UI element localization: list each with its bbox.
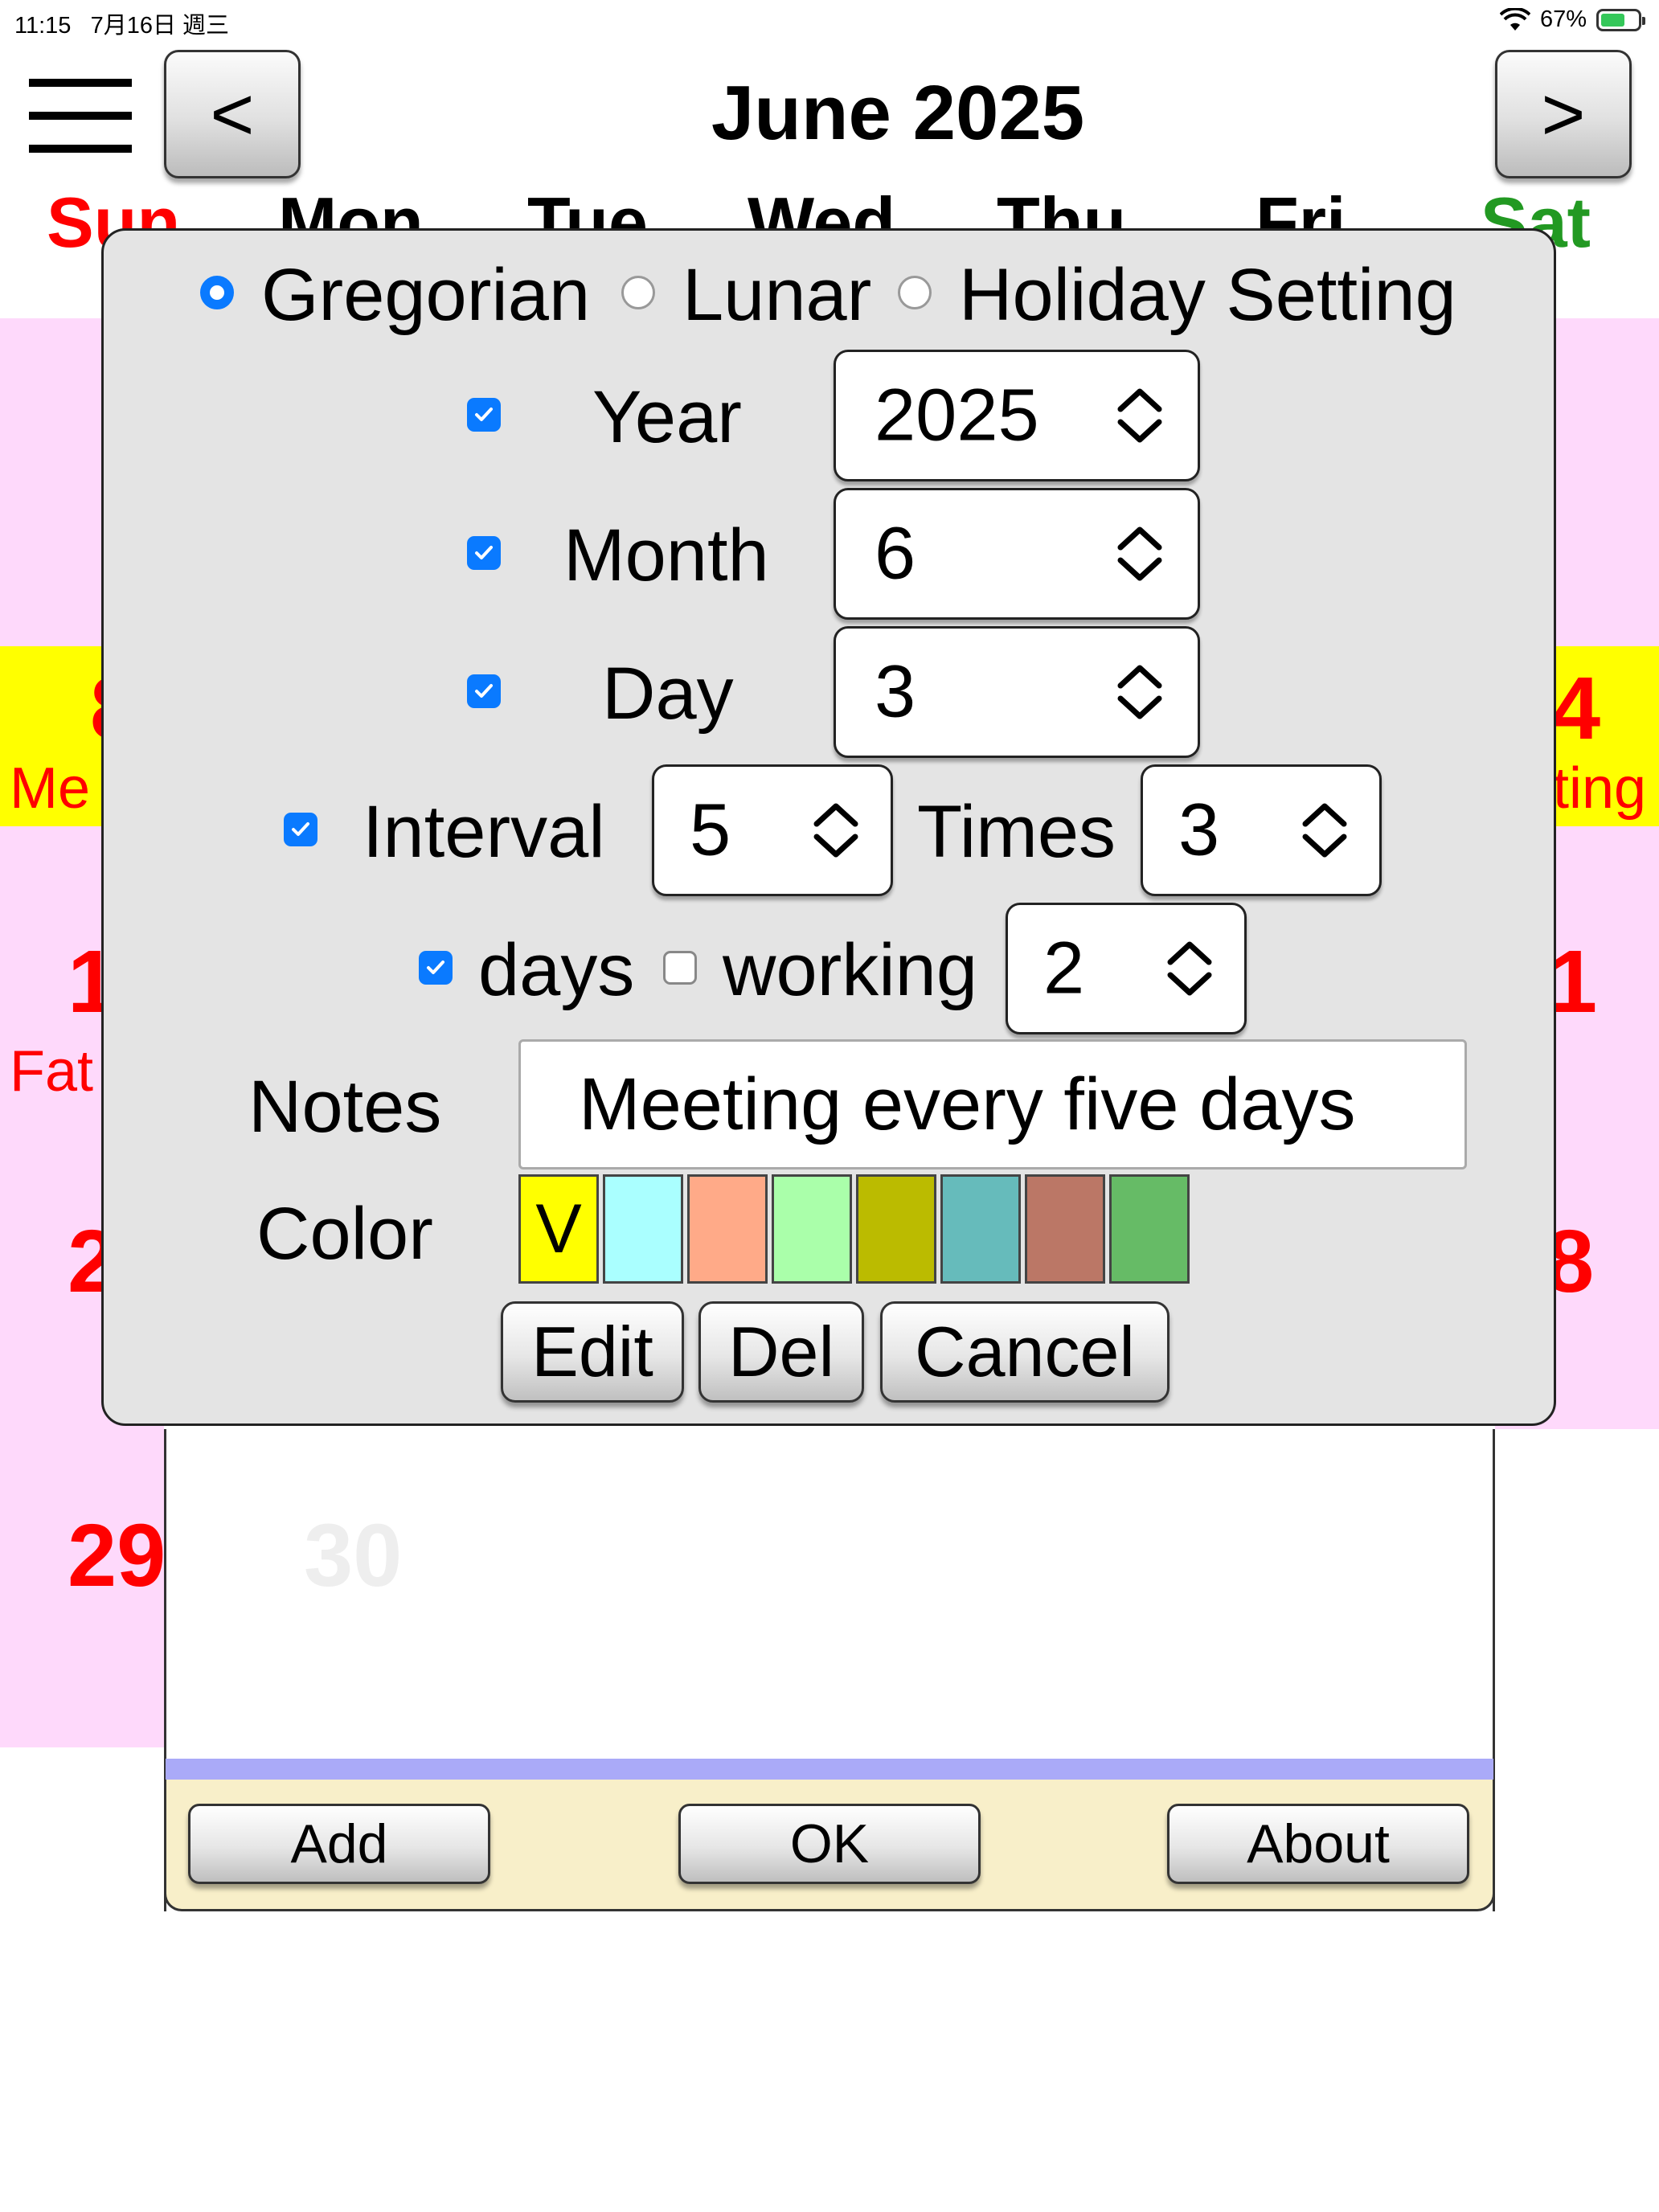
notes-input[interactable]: Meeting every five days	[518, 1039, 1467, 1169]
color-swatch-green[interactable]	[1109, 1174, 1190, 1284]
edit-button[interactable]: Edit	[501, 1301, 684, 1403]
day-value: 3	[875, 650, 916, 733]
gregorian-label[interactable]: Gregorian	[261, 253, 590, 338]
interval-label: Interval	[363, 791, 605, 873]
divider-bar	[166, 1759, 1493, 1780]
calendar-day-29[interactable]: 29	[68, 1505, 166, 1607]
ok-button[interactable]: OK	[678, 1804, 981, 1884]
times-value: 3	[1178, 789, 1220, 871]
days-label: days	[478, 929, 635, 1011]
times-stepper[interactable]: 3	[1141, 764, 1382, 896]
calendar-event-text: Fat	[10, 1039, 94, 1104]
lunar-label[interactable]: Lunar	[682, 253, 871, 338]
status-time-date: 11:15 7月16日 週三	[14, 6, 229, 40]
holiday-setting-label[interactable]: Holiday Setting	[959, 253, 1456, 338]
year-stepper[interactable]: 2025	[834, 350, 1200, 481]
chevron-up-down-icon	[1117, 526, 1162, 581]
day-stepper[interactable]: 3	[834, 626, 1200, 758]
month-checkbox[interactable]	[467, 536, 501, 570]
status-date: 7月16日 週三	[90, 13, 230, 39]
color-swatch-salmon[interactable]	[687, 1174, 768, 1284]
color-swatch-teal[interactable]	[940, 1174, 1021, 1284]
working-checkbox[interactable]	[663, 951, 697, 985]
chevron-up-down-icon	[1117, 388, 1162, 443]
month-label: Month	[563, 514, 769, 596]
color-swatch-light-green[interactable]	[772, 1174, 852, 1284]
cancel-button[interactable]: Cancel	[880, 1301, 1169, 1403]
day-checkbox[interactable]	[467, 674, 501, 708]
day-label: Day	[602, 653, 734, 735]
lunar-radio[interactable]	[621, 276, 655, 309]
del-button[interactable]: Del	[698, 1301, 864, 1403]
interval-stepper[interactable]: 5	[652, 764, 893, 896]
working-label: working	[723, 929, 978, 1011]
battery-percent: 67%	[1539, 6, 1587, 32]
add-button[interactable]: Add	[188, 1804, 490, 1884]
color-swatch-brown[interactable]	[1025, 1174, 1105, 1284]
about-button[interactable]: About	[1167, 1804, 1469, 1884]
working-value: 2	[1043, 927, 1085, 1010]
status-time: 11:15	[14, 13, 72, 39]
selected-color-mark: V	[535, 1190, 582, 1268]
month-value: 6	[875, 512, 916, 595]
event-edit-dialog: Gregorian Lunar Holiday Setting Year 202…	[101, 228, 1556, 1426]
interval-value: 5	[690, 789, 731, 871]
chevron-up-down-icon	[1302, 803, 1347, 858]
working-stepper[interactable]: 2	[1006, 903, 1247, 1034]
chevron-up-down-icon	[1167, 941, 1212, 996]
chevron-up-down-icon	[1117, 665, 1162, 719]
chevron-up-down-icon	[813, 803, 858, 858]
color-swatch-olive[interactable]	[856, 1174, 936, 1284]
interval-checkbox[interactable]	[284, 813, 317, 846]
calendar-day-30[interactable]: 30	[304, 1505, 402, 1607]
times-label: Times	[917, 791, 1116, 873]
wifi-icon	[1499, 7, 1530, 31]
holiday-setting-radio[interactable]	[898, 276, 932, 309]
color-label: Color	[256, 1193, 433, 1275]
gregorian-radio[interactable]	[200, 276, 234, 309]
year-label: Year	[592, 376, 742, 458]
month-title: June 2025	[711, 70, 1085, 156]
calendar-day[interactable]: 4	[1551, 657, 1600, 760]
month-stepper[interactable]: 6	[834, 488, 1200, 620]
days-checkbox[interactable]	[419, 951, 453, 985]
notes-value: Meeting every five days	[579, 1063, 1356, 1145]
year-checkbox[interactable]	[467, 398, 501, 432]
calendar-event-text: ting	[1553, 756, 1647, 821]
status-indicators: 67%	[1499, 6, 1645, 33]
notes-label: Notes	[248, 1066, 442, 1148]
calendar-event-text: Me	[10, 756, 91, 821]
color-swatch-cyan[interactable]	[603, 1174, 683, 1284]
next-month-button[interactable]: >	[1495, 50, 1632, 178]
year-value: 2025	[875, 374, 1039, 457]
battery-icon	[1596, 8, 1645, 31]
color-swatch-yellow[interactable]: V	[518, 1174, 599, 1284]
